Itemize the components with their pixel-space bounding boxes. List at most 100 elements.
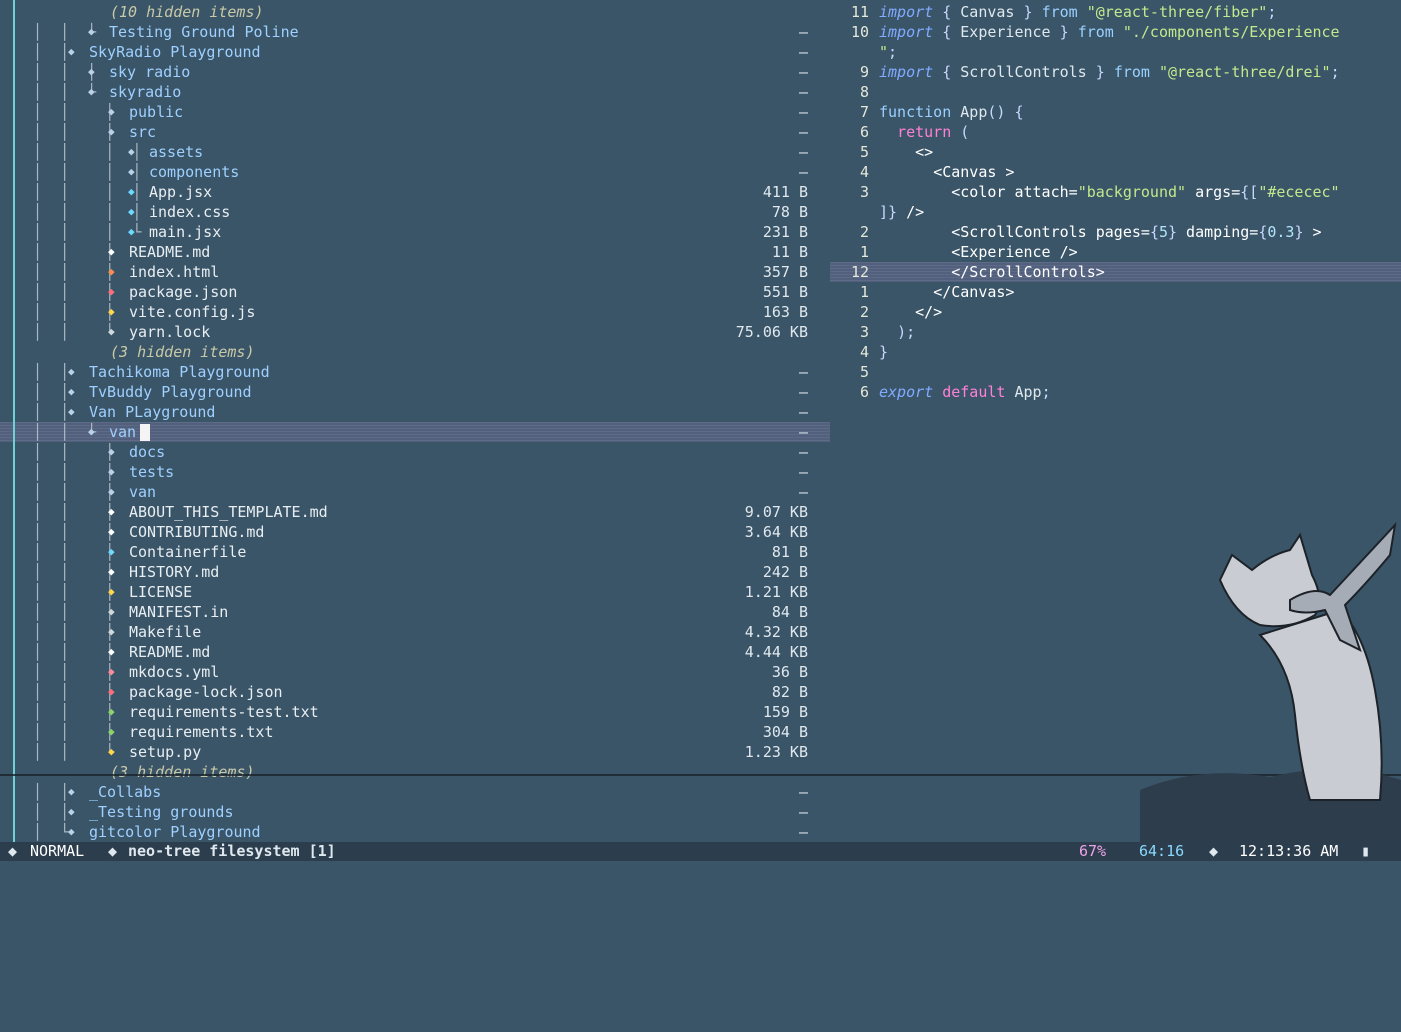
tree-folder[interactable]: │ │ ◆ SkyRadio Playground –: [0, 42, 830, 62]
code-line[interactable]: 2 <ScrollControls pages={5} damping={0.3…: [830, 222, 1401, 242]
tree-file[interactable]: │ │ │ ◆ ABOUT_THIS_TEMPLATE.md 9.07 KB: [0, 502, 830, 522]
tree-folder[interactable]: │ │ └ ◆ skyradio –: [0, 82, 830, 102]
tree-file[interactable]: │ │ │ ◆ requirements-test.txt 159 B: [0, 702, 830, 722]
tree-folder[interactable]: │ │ │ ◆ sky radio –: [0, 62, 830, 82]
folder-icon: ◆: [108, 465, 115, 478]
code-line[interactable]: 9 import { ScrollControls } from "@react-…: [830, 62, 1401, 82]
tree-item-name: Containerfile: [129, 543, 247, 561]
tree-folder[interactable]: │ │ │ ◆ tests –: [0, 462, 830, 482]
line-number: 2: [859, 303, 869, 321]
code-token: </ScrollControls>: [951, 263, 1105, 281]
tree-folder[interactable]: │ │ ◆ Tachikoma Playground –: [0, 362, 830, 382]
tree-folder[interactable]: │ │ │ │ ◆ assets –: [0, 142, 830, 162]
code-line[interactable]: 1 <Experience />: [830, 242, 1401, 262]
tree-file[interactable]: │ │ └ ◆ setup.py 1.23 KB: [0, 742, 830, 762]
code-line[interactable]: 12 </ScrollControls>: [830, 262, 1401, 282]
tree-folder[interactable]: │ │ │ ◆ public –: [0, 102, 830, 122]
tree-hidden-items[interactable]: (3 hidden items): [0, 342, 830, 362]
tree-file[interactable]: │ │ │ ◆ MANIFEST.in 84 B: [0, 602, 830, 622]
tree-folder[interactable]: │ │ └ ◆ Testing Ground Poline –: [0, 22, 830, 42]
code-line[interactable]: ";: [830, 42, 1401, 62]
code-line[interactable]: 6 return (: [830, 122, 1401, 142]
file-tree-panel[interactable]: (10 hidden items) │ │ └ ◆ Testing Ground Po…: [0, 0, 830, 842]
scroll-percent: 67%: [1079, 842, 1107, 860]
tree-file[interactable]: │ │ │ │ ◆ index.css 78 B: [0, 202, 830, 222]
folder-icon: ◆: [108, 125, 115, 138]
text-cursor: [140, 424, 151, 441]
code-token: "background": [1077, 183, 1187, 201]
tree-folder[interactable]: │ │ │ ◆ src –: [0, 122, 830, 142]
tree-file[interactable]: │ │ └ ◆ yarn.lock 75.06 KB: [0, 322, 830, 342]
tree-folder[interactable]: │ │ │ │ ◆ components –: [0, 162, 830, 182]
indent-guides: │ │ │: [33, 283, 115, 301]
tree-hidden-items[interactable]: (10 hidden items): [0, 2, 830, 22]
tree-item-name: requirements.txt: [129, 723, 274, 741]
tree-file[interactable]: │ │ │ ◆ README.md 11 B: [0, 242, 830, 262]
tree-folder[interactable]: │ │ ◆ Van PLayground –: [0, 402, 830, 422]
tree-file[interactable]: │ │ │ ◆ mkdocs.yml 36 B: [0, 662, 830, 682]
tree-file[interactable]: │ │ │ ◆ Containerfile 81 B: [0, 542, 830, 562]
code-line[interactable]: 5: [830, 362, 1401, 382]
tree-folder[interactable]: │ └ ◆ gitcolor Playground –: [0, 822, 830, 842]
code-line[interactable]: 8: [830, 82, 1401, 102]
tree-file[interactable]: │ │ │ ◆ vite.config.js 163 B: [0, 302, 830, 322]
code-line[interactable]: 3 );: [830, 322, 1401, 342]
tree-file[interactable]: │ │ │ ◆ package.json 551 B: [0, 282, 830, 302]
code-line[interactable]: 11 import { Canvas } from "@react-three/f…: [830, 2, 1401, 22]
tree-item-size: –: [798, 123, 808, 141]
indent-guides: │ │ │: [33, 603, 115, 621]
tree-item-name: Makefile: [129, 623, 202, 641]
tree-file[interactable]: │ │ │ ◆ LICENSE 1.21 KB: [0, 582, 830, 602]
code-line[interactable]: 6 export default App;: [830, 382, 1401, 402]
tree-file[interactable]: │ │ │ ◆ requirements.txt 304 B: [0, 722, 830, 742]
code-line[interactable]: 4}: [830, 342, 1401, 362]
tree-folder[interactable]: │ │ │ ◆ docs –: [0, 442, 830, 462]
tree-item-size: –: [798, 783, 808, 801]
tree-item-size: –: [798, 103, 808, 121]
tree-item-name: skyradio: [109, 83, 182, 101]
tree-file[interactable]: │ │ │ ◆ package-lock.json 82 B: [0, 682, 830, 702]
folder-icon: ◆: [88, 425, 95, 438]
tree-file[interactable]: │ │ │ ◆ CONTRIBUTING.md 3.64 KB: [0, 522, 830, 542]
code-token: >: [1303, 223, 1322, 241]
code-token: ]}: [879, 203, 898, 221]
tree-file[interactable]: │ │ │ ◆ HISTORY.md 242 B: [0, 562, 830, 582]
tree-folder[interactable]: │ │ └ ◆ van –: [0, 422, 830, 442]
tree-file[interactable]: │ │ │ ◆ index.html 357 B: [0, 262, 830, 282]
code-line[interactable]: 4 <Canvas >: [830, 162, 1401, 182]
tree-folder[interactable]: │ │ ◆ _Testing grounds –: [0, 802, 830, 822]
code-text: <ScrollControls pages={5} damping={0.3} …: [879, 222, 1322, 242]
tree-item-name: src: [129, 123, 157, 141]
tree-item-size: 411 B: [762, 183, 808, 201]
code-line[interactable]: ]} />: [830, 202, 1401, 222]
tree-item-size: 357 B: [762, 263, 808, 281]
code-line[interactable]: 1 </Canvas>: [830, 282, 1401, 302]
code-token: from: [1041, 3, 1087, 21]
code-line[interactable]: 3 <color attach="background" args={["#ec…: [830, 182, 1401, 202]
code-token: from: [1077, 23, 1123, 41]
code-token: App: [960, 103, 988, 121]
code-text: <color attach="background" args={["#ecec…: [879, 182, 1339, 202]
code-token: ;: [1267, 3, 1277, 21]
code-token: ;: [1041, 383, 1051, 401]
tree-file[interactable]: │ │ │ ◆ Makefile 4.32 KB: [0, 622, 830, 642]
code-line[interactable]: 2 </>: [830, 302, 1401, 322]
code-line[interactable]: 7 function App() {: [830, 102, 1401, 122]
tree-folder[interactable]: │ │ ◆ _Collabs –: [0, 782, 830, 802]
tree-folder[interactable]: │ │ ◆ TvBuddy Playground –: [0, 382, 830, 402]
code-text: </ScrollControls>: [879, 262, 1105, 282]
tree-file[interactable]: │ │ │ ◆ README.md 4.44 KB: [0, 642, 830, 662]
tree-file[interactable]: │ │ │ └ ◆ main.jsx 231 B: [0, 222, 830, 242]
file-icon: ◆: [108, 685, 115, 698]
code-token: {: [933, 3, 961, 21]
folder-icon: ◆: [88, 65, 95, 78]
tree-file[interactable]: │ │ │ │ ◆ App.jsx 411 B: [0, 182, 830, 202]
tree-hidden-items[interactable]: (3 hidden items): [0, 762, 830, 782]
line-number: 8: [859, 83, 869, 101]
code-line[interactable]: 10 import { Experience } from "./componen…: [830, 22, 1401, 42]
code-line[interactable]: 5 <>: [830, 142, 1401, 162]
code-token: damping=: [1177, 223, 1259, 241]
tree-folder[interactable]: │ │ │ ◆ van –: [0, 482, 830, 502]
